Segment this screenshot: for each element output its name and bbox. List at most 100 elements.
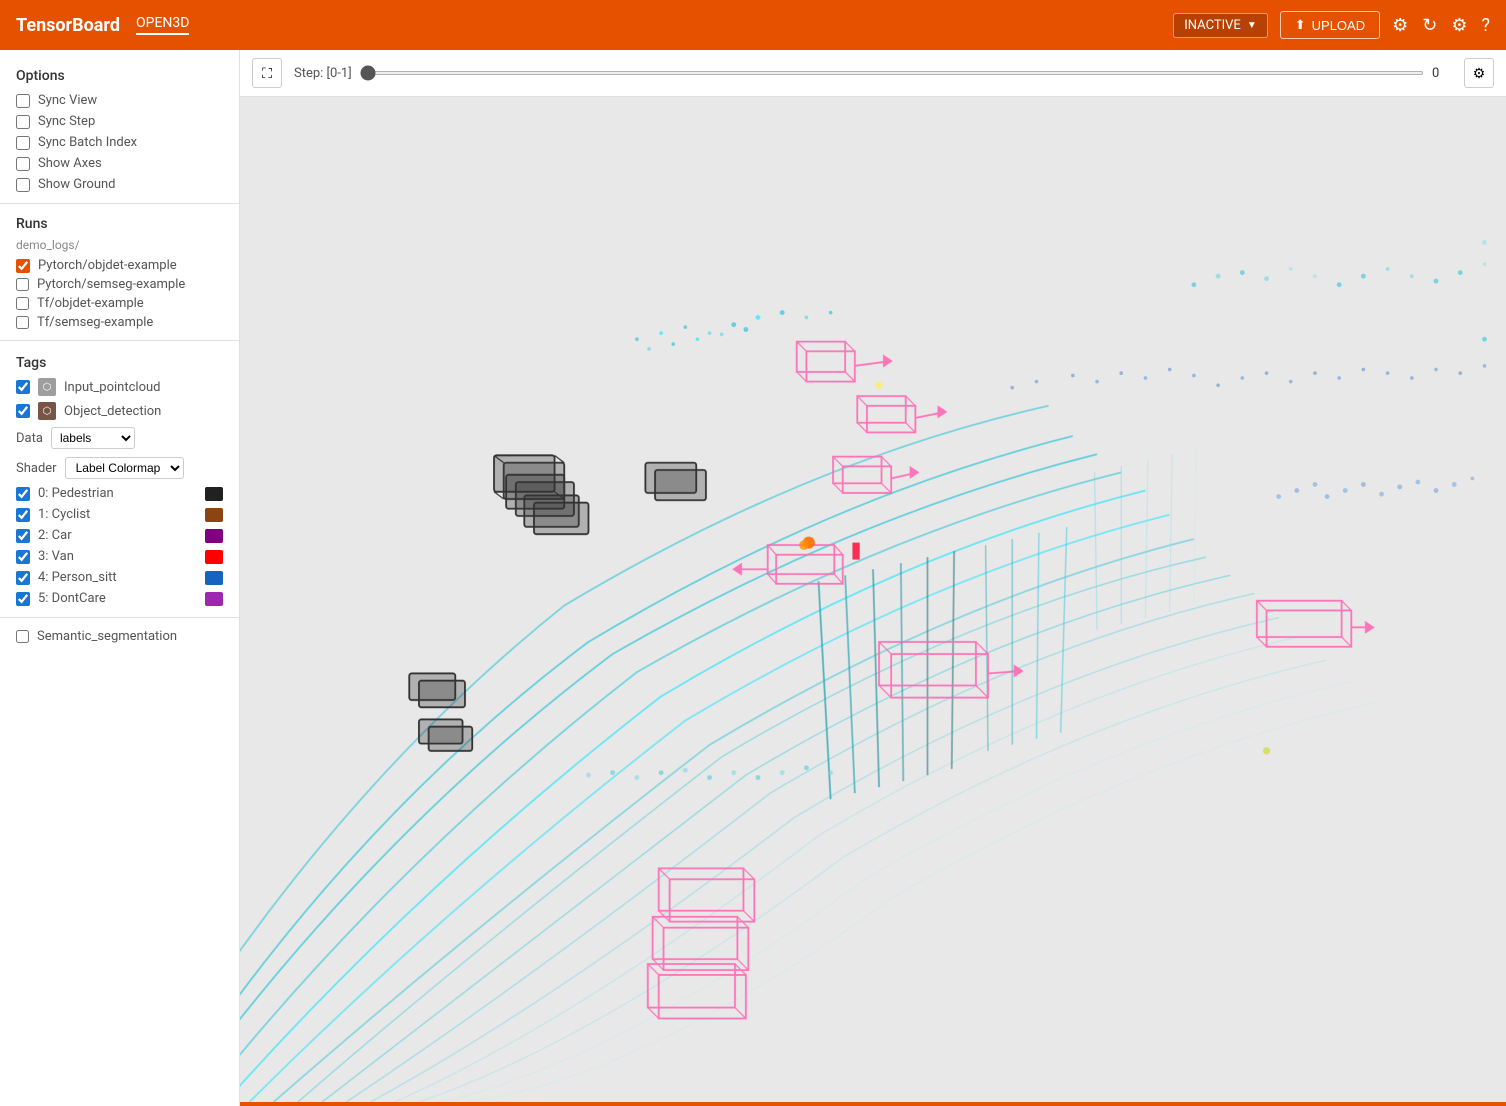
label-pedestrian: 0: Pedestrian [0,483,239,504]
content-area: ⛶ Step: [0-1] 0 ⚙ [240,50,1506,1106]
label-person-sitt: 4: Person_sitt [0,567,239,588]
step-control: Step: [0-1] 0 [294,66,1452,81]
run-pytorch-objdet-checkbox[interactable] [16,259,30,273]
refresh-icon[interactable]: ↻ [1422,15,1437,36]
viewer-settings-button[interactable]: ⚙ [1464,58,1494,88]
upload-button[interactable]: ⬆ UPLOAD [1280,11,1380,39]
run-pytorch-semseg-checkbox[interactable] [16,278,29,291]
object-detection-icon: ⬡ [38,402,56,420]
step-label: Step: [0-1] [294,66,352,81]
shader-row: Shader Label Colormap Default Rainbow [0,453,239,483]
chevron-down-icon: ▼ [1247,20,1257,31]
label-car: 2: Car [0,525,239,546]
tag-input-pointcloud-checkbox[interactable] [16,380,30,394]
sync-step-label: Sync Step [38,114,95,129]
run-tf-objdet-label: Tf/objdet-example [37,296,144,311]
label-dontcare-checkbox[interactable] [16,592,30,606]
label-cyclist: 1: Cyclist [0,504,239,525]
tag-object-detection-label: Object_detection [64,404,161,419]
run-pytorch-objdet-label: Pytorch/objdet-example [38,258,177,273]
label-car-checkbox[interactable] [16,529,30,543]
settings-icon[interactable]: ⚙ [1392,15,1408,36]
semantic-segmentation-checkbox[interactable] [16,630,29,643]
data-row: Data labels colors intensities [0,423,239,453]
expand-button[interactable]: ⛶ [252,58,282,88]
upload-icon: ⬆ [1295,17,1306,33]
label-car-text: 2: Car [38,528,197,543]
sync-view-row: Sync View [0,90,239,111]
run-pytorch-semseg-label: Pytorch/semseg-example [37,277,185,292]
run-item-tf-objdet: Tf/objdet-example [0,294,239,313]
sync-step-checkbox[interactable] [16,115,30,129]
label-dontcare-color [205,592,223,606]
help-icon[interactable]: ? [1481,15,1490,36]
tag-input-pointcloud: ⬡ Input_pointcloud [0,375,239,399]
runs-title: Runs [0,212,239,236]
run-item-pytorch-semseg: Pytorch/semseg-example [0,275,239,294]
input-pointcloud-icon: ⬡ [38,378,56,396]
label-person-sitt-text: 4: Person_sitt [38,570,197,585]
viewer-toolbar: ⛶ Step: [0-1] 0 ⚙ [240,50,1506,97]
sync-view-checkbox[interactable] [16,94,30,108]
label-van: 3: Van [0,546,239,567]
data-select[interactable]: labels colors intensities [51,427,135,449]
label-dontcare: 5: DontCare [0,588,239,609]
show-ground-row: Show Ground [0,174,239,195]
divider-1 [0,203,239,204]
label-cyclist-checkbox[interactable] [16,508,30,522]
data-label: Data [16,431,43,446]
step-slider[interactable] [360,71,1424,75]
sync-batch-index-row: Sync Batch Index [0,132,239,153]
header-icons: ⚙ ↻ ⚙ ? [1392,15,1490,36]
status-dropdown[interactable]: INACTIVE ▼ [1173,13,1267,38]
label-pedestrian-text: 0: Pedestrian [38,486,197,501]
label-cyclist-text: 1: Cyclist [38,507,197,522]
divider-2 [0,340,239,341]
label-dontcare-text: 5: DontCare [38,591,197,606]
label-pedestrian-checkbox[interactable] [16,487,30,501]
demo-logs-group: demo_logs/ [0,236,239,256]
semantic-segmentation-label: Semantic_segmentation [37,629,177,644]
label-person-sitt-checkbox[interactable] [16,571,30,585]
sync-batch-index-label: Sync Batch Index [38,135,137,150]
label-van-text: 3: Van [38,549,197,564]
point-cloud-visualization [240,97,1506,1102]
gear-icon[interactable]: ⚙ [1451,15,1467,36]
shader-label: Shader [16,461,57,476]
label-person-sitt-color [205,571,223,585]
header: TensorBoard OPEN3D INACTIVE ▼ ⬆ UPLOAD ⚙… [0,0,1506,50]
run-tf-semseg-label: Tf/semseg-example [37,315,153,330]
plugin-tab[interactable]: OPEN3D [136,15,189,35]
sync-batch-index-checkbox[interactable] [16,136,30,150]
tags-title: Tags [0,349,239,375]
show-ground-checkbox[interactable] [16,178,30,192]
main-layout: Options Sync View Sync Step Sync Batch I… [0,50,1506,1106]
shader-select[interactable]: Label Colormap Default Rainbow [65,457,184,479]
run-item-tf-semseg: Tf/semseg-example [0,313,239,332]
run-tf-semseg-checkbox[interactable] [16,316,29,329]
run-item-pytorch-objdet: Pytorch/objdet-example [0,256,239,275]
label-car-color [205,529,223,543]
run-tf-objdet-checkbox[interactable] [16,297,29,310]
divider-3 [0,617,239,618]
3d-viewer[interactable] [240,97,1506,1102]
label-van-color [205,550,223,564]
semantic-segmentation-row: Semantic_segmentation [0,626,239,647]
tag-input-pointcloud-label: Input_pointcloud [64,380,160,395]
sync-step-row: Sync Step [0,111,239,132]
show-ground-label: Show Ground [38,177,116,192]
bottom-progress-bar [240,1102,1506,1106]
show-axes-row: Show Axes [0,153,239,174]
label-van-checkbox[interactable] [16,550,30,564]
tag-object-detection-checkbox[interactable] [16,404,30,418]
tensorboard-logo: TensorBoard [16,15,120,36]
sync-view-label: Sync View [38,93,97,108]
show-axes-checkbox[interactable] [16,157,30,171]
sidebar: Options Sync View Sync Step Sync Batch I… [0,50,240,1106]
header-right: INACTIVE ▼ ⬆ UPLOAD ⚙ ↻ ⚙ ? [1173,11,1490,39]
show-axes-label: Show Axes [38,156,102,171]
options-title: Options [0,62,239,90]
step-value: 0 [1432,66,1452,81]
tag-object-detection: ⬡ Object_detection [0,399,239,423]
label-cyclist-color [205,508,223,522]
